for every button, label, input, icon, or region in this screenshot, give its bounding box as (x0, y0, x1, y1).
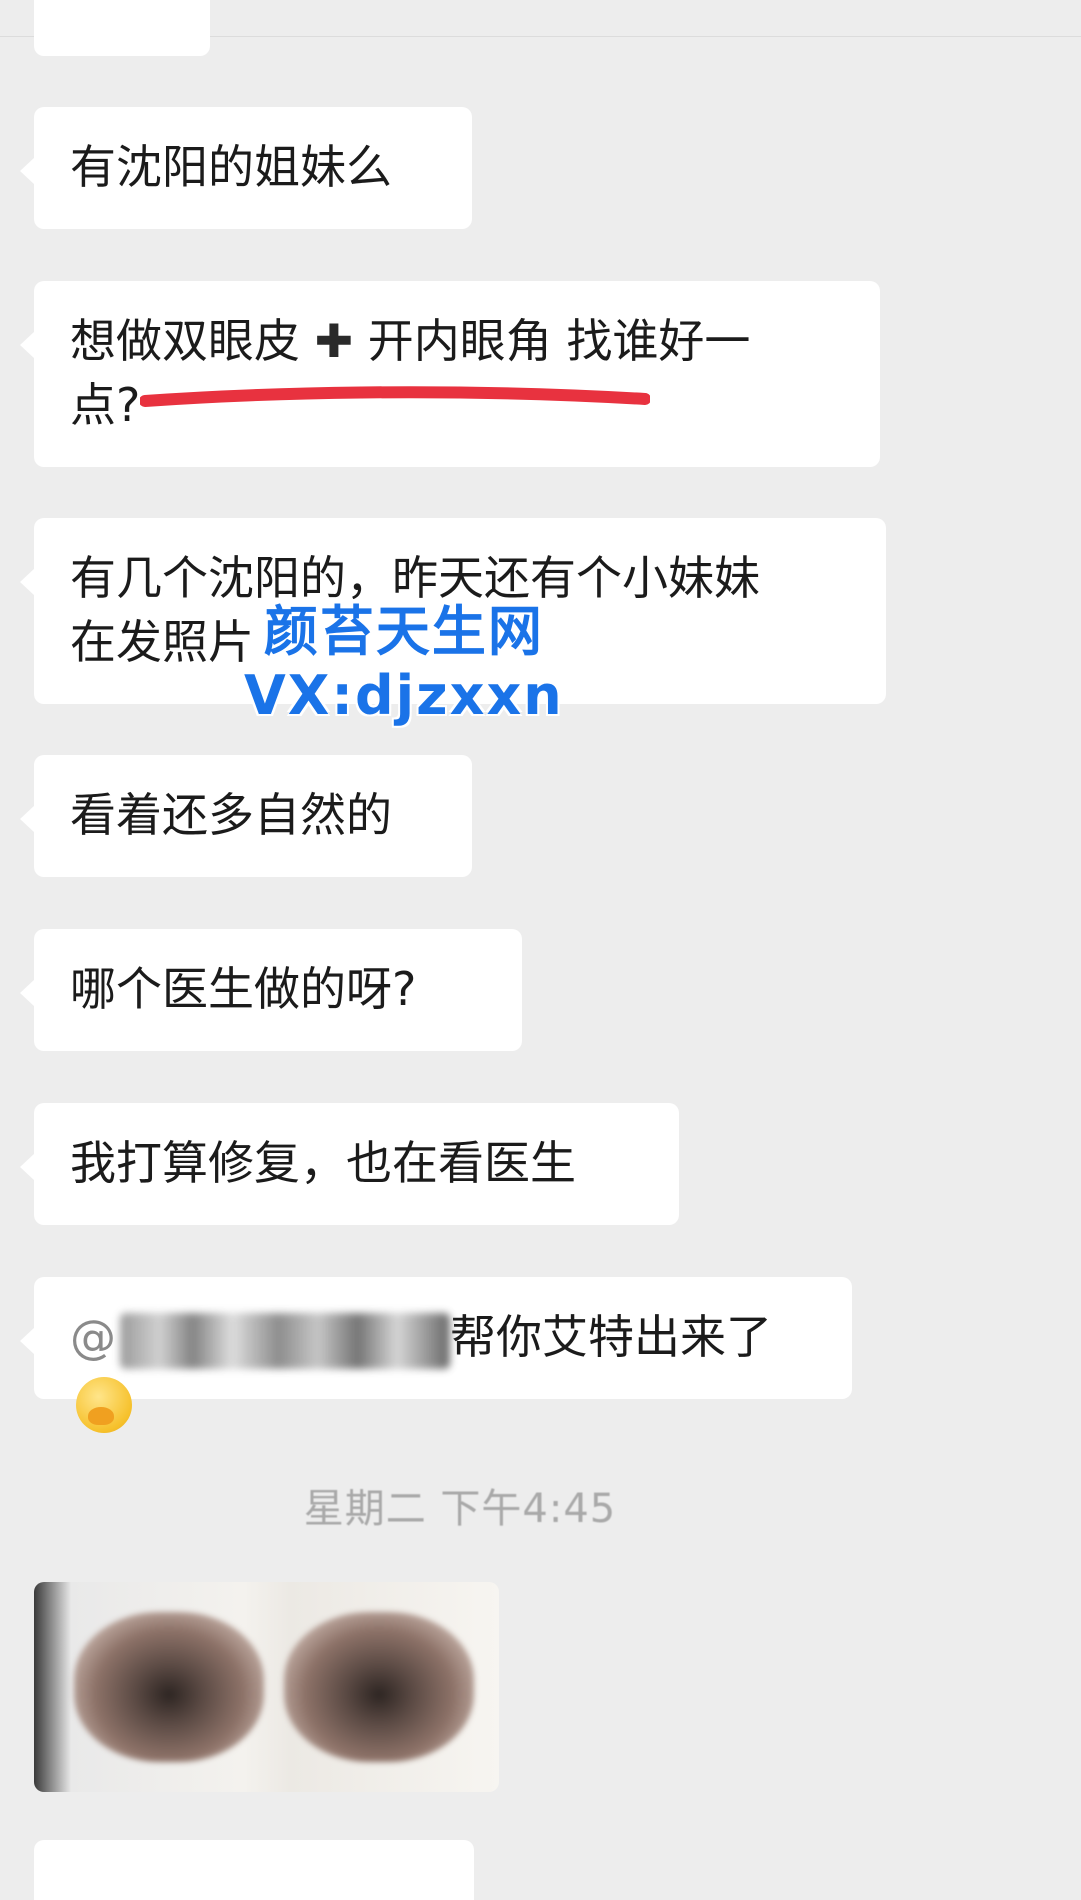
left-eye-photo-region (74, 1612, 264, 1762)
timestamp-text: 星期二 下午4:45 (303, 1486, 617, 1532)
message-text: 有沈阳的姐妹么 (70, 140, 392, 194)
message-text-line-1: 有几个沈阳的，昨天还有个小妹妹 (70, 551, 760, 605)
red-underline-annotation (140, 386, 650, 407)
image-message[interactable] (34, 1582, 499, 1792)
message-bubble-partial-bottom[interactable] (34, 1840, 474, 1900)
message-bubble-2[interactable]: 想做双眼皮 ✚ 开内眼角 找谁好一 点? (20, 281, 880, 467)
right-eye-photo-region (284, 1612, 474, 1762)
hand-over-mouth-emoji-icon (76, 1376, 132, 1433)
plus-icon: ✚ (314, 314, 354, 368)
message-bubble-4[interactable]: 看着还多自然的 (20, 755, 472, 877)
message-bubble-6[interactable]: 我打算修复，也在看医生 (20, 1103, 679, 1225)
message-bubble-5[interactable]: 哪个医生做的呀? (20, 929, 522, 1051)
chat-timestamp: 星期二 下午4:45 (0, 1476, 920, 1534)
redacted-username (120, 1312, 450, 1369)
message-bubble-partial[interactable] (34, 0, 210, 56)
mention-symbol: @ (70, 1310, 116, 1364)
watermark: 颜苔天生网 VX:djzxxn (244, 600, 564, 728)
message-text: 帮你艾特出来了 (450, 1310, 772, 1364)
message-text: 哪个医生做的呀? (70, 962, 417, 1016)
message-bubble-1[interactable]: 有沈阳的姐妹么 (20, 107, 472, 229)
message-text-part-a: 想做双眼皮 (70, 314, 300, 368)
message-text: 我打算修复，也在看医生 (70, 1136, 576, 1190)
message-text-line-2: 在发照片 (70, 615, 254, 669)
message-text-line-2: 点? (70, 378, 141, 432)
watermark-contact: VX:djzxxn (244, 664, 564, 727)
watermark-title: 颜苔天生网 (263, 600, 544, 663)
message-text: 看着还多自然的 (70, 788, 392, 842)
message-bubble-7[interactable]: @ 帮你艾特出来了 (20, 1277, 852, 1433)
message-text-part-b: 开内眼角 找谁好一 (367, 314, 751, 368)
